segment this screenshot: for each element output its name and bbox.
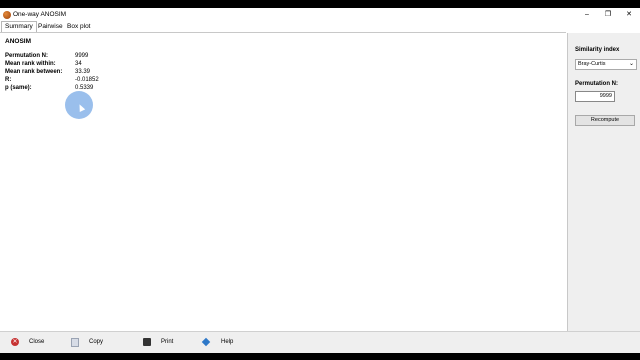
stat-value: -0.01852 — [75, 77, 99, 83]
stat-label: p (same): — [5, 85, 32, 91]
close-icon: ✕ — [11, 338, 19, 346]
tab-box-plot[interactable]: Box plot — [64, 22, 94, 32]
stat-value: 33.39 — [75, 69, 91, 75]
printer-icon — [143, 338, 151, 346]
similarity-index-value: Bray-Curtis — [578, 61, 606, 67]
tab-pairwise[interactable]: Pairwise — [35, 22, 66, 32]
print-label: Print — [161, 339, 174, 345]
stat-label: R: — [5, 77, 12, 83]
summary-panel: ANOSIM Permutation N: 9999 Mean rank wit… — [0, 33, 566, 331]
stat-row: R: -0.01852 — [5, 77, 125, 85]
permutation-label: Permutation N: — [575, 81, 619, 87]
stat-row: p (same): 0.5339 — [5, 85, 125, 93]
close-label: Close — [29, 339, 45, 345]
close-window-icon[interactable]: ✕ — [618, 8, 640, 22]
maximize-icon[interactable]: ❐ — [597, 8, 619, 22]
minimize-icon[interactable]: – — [576, 8, 598, 22]
tab-strip: Summary Pairwise Box plot — [0, 21, 566, 33]
help-icon — [201, 337, 211, 347]
stat-label: Mean rank between: — [5, 69, 63, 75]
bottom-toolbar: ✕ Close Copy Print Help — [0, 331, 640, 353]
window-title: One-way ANOSIM — [13, 11, 67, 18]
stat-label: Mean rank within: — [5, 61, 56, 67]
recompute-button[interactable]: Recompute — [575, 115, 635, 126]
chevron-down-icon: ⌄ — [628, 61, 634, 67]
copy-label: Copy — [89, 339, 104, 345]
similarity-index-label: Similarity index — [575, 47, 620, 53]
app-icon — [3, 11, 11, 19]
stat-value: 34 — [75, 61, 82, 67]
options-sidebar: Similarity index Bray-Curtis ⌄ Permutati… — [567, 33, 640, 331]
stat-row: Mean rank between: 33.39 — [5, 69, 125, 77]
stat-value: 9999 — [75, 53, 89, 59]
copy-icon — [71, 338, 79, 347]
close-button[interactable]: ✕ Close — [11, 337, 71, 348]
stat-label: Permutation N: — [5, 53, 49, 59]
similarity-index-select[interactable]: Bray-Curtis ⌄ — [575, 59, 637, 70]
help-button[interactable]: Help — [201, 337, 263, 348]
help-label: Help — [221, 339, 234, 345]
copy-button[interactable]: Copy — [71, 337, 131, 348]
title-bar: One-way ANOSIM – ❐ ✕ — [0, 8, 640, 22]
anosim-window: One-way ANOSIM – ❐ ✕ Summary Pairwise Bo… — [0, 8, 640, 353]
print-button[interactable]: Print — [143, 337, 203, 348]
stat-row: Mean rank within: 34 — [5, 61, 125, 69]
permutation-input[interactable]: 9999 — [575, 91, 615, 102]
summary-heading: ANOSIM — [5, 38, 31, 45]
stat-row: Permutation N: 9999 — [5, 53, 125, 61]
